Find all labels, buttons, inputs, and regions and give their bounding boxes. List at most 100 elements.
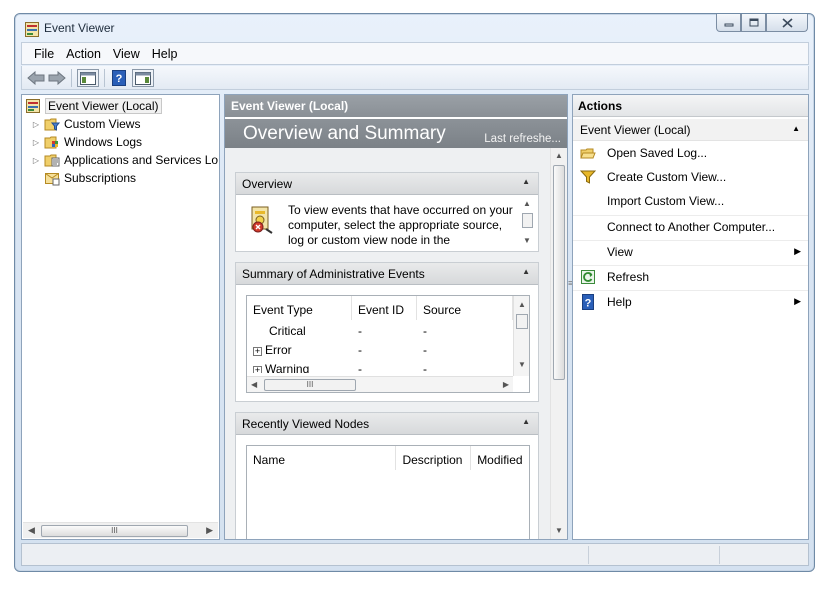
- minimize-button[interactable]: [716, 14, 741, 32]
- content-area: Event Viewer (Local) ▷ Custom Views ▷ Wi…: [21, 94, 809, 540]
- table-row[interactable]: + Warning - -: [247, 360, 513, 373]
- overview-section: Overview ▲ To view events that have occu…: [235, 172, 539, 252]
- collapse-arrow-icon[interactable]: ▲: [522, 417, 530, 426]
- help-icon: ?: [582, 293, 594, 310]
- actions-group-header[interactable]: Event Viewer (Local) ▲: [573, 119, 808, 141]
- tree-item-windows-logs[interactable]: ▷ Windows Logs: [31, 133, 142, 151]
- subscriptions-icon: [45, 173, 60, 186]
- scroll-thumb[interactable]: [516, 314, 528, 329]
- help-toolbar-button[interactable]: ?: [110, 69, 128, 87]
- scroll-left-arrow-icon[interactable]: ◀: [28, 525, 35, 536]
- status-separator: [719, 546, 720, 564]
- help-book-icon: ?: [112, 70, 126, 86]
- window-controls: [716, 14, 808, 33]
- overview-section-header[interactable]: Overview ▲: [236, 173, 538, 195]
- window-title: Event Viewer: [44, 21, 115, 35]
- tree-item-label: Windows Logs: [64, 135, 143, 149]
- event-type-cell: Critical: [269, 324, 306, 338]
- expand-arrow-icon[interactable]: ▷: [31, 120, 41, 129]
- menu-help[interactable]: Help: [146, 47, 184, 61]
- column-header-event-id[interactable]: Event ID: [352, 296, 417, 320]
- action-open-saved-log[interactable]: Open Saved Log...: [573, 142, 808, 164]
- event-type-cell: + Error: [247, 341, 352, 360]
- recent-nodes-section-header[interactable]: Recently Viewed Nodes ▲: [236, 413, 538, 435]
- submenu-arrow-icon: ▶: [794, 246, 801, 256]
- back-arrow-icon: [27, 71, 45, 85]
- recent-nodes-table: Name Description Modified: [246, 445, 530, 539]
- refresh-icon: [581, 269, 595, 284]
- section-title: Summary of Administrative Events: [242, 267, 425, 281]
- scroll-up-arrow-icon[interactable]: ▲: [523, 199, 531, 208]
- tree-root[interactable]: Event Viewer (Local): [25, 97, 162, 115]
- scroll-down-arrow-icon[interactable]: ▼: [518, 360, 526, 369]
- back-button[interactable]: [26, 69, 46, 87]
- tree-item-subscriptions[interactable]: Subscriptions: [44, 169, 136, 187]
- menu-view[interactable]: View: [107, 47, 146, 61]
- summary-horizontal-scrollbar[interactable]: ◀ III ▶: [247, 376, 513, 392]
- column-header-event-type[interactable]: Event Type: [247, 296, 352, 320]
- overview-vertical-scrollbar[interactable]: ▲ ▼: [521, 199, 534, 247]
- title-bar[interactable]: Event Viewer: [15, 14, 814, 41]
- scroll-thumb[interactable]: [553, 165, 565, 380]
- maximize-button[interactable]: [741, 14, 766, 32]
- details-vertical-scrollbar[interactable]: ▲ ▼: [550, 148, 567, 539]
- column-header-modified[interactable]: Modified: [471, 446, 529, 470]
- toolbar: ?: [21, 66, 809, 90]
- scroll-right-arrow-icon[interactable]: ▶: [206, 525, 213, 536]
- scroll-down-arrow-icon[interactable]: ▼: [555, 526, 563, 535]
- expand-plus-icon[interactable]: +: [253, 347, 262, 356]
- last-refreshed-label: Last refreshe...: [484, 133, 561, 145]
- forward-button[interactable]: [47, 69, 67, 87]
- table-row[interactable]: Critical - -: [247, 322, 513, 341]
- action-create-custom-view[interactable]: Create Custom View...: [573, 166, 808, 188]
- event-id-cell: -: [358, 324, 362, 338]
- scroll-down-arrow-icon[interactable]: ▼: [523, 236, 531, 245]
- scroll-thumb[interactable]: III: [41, 525, 188, 537]
- scroll-up-arrow-icon[interactable]: ▲: [518, 300, 526, 309]
- action-import-custom-view[interactable]: Import Custom View...: [573, 190, 808, 212]
- expand-arrow-icon[interactable]: ▷: [31, 156, 41, 165]
- collapse-arrow-icon[interactable]: ▲: [792, 124, 800, 133]
- toolbar-separator: [71, 69, 72, 87]
- tree-item-label: Applications and Services Lo: [64, 153, 219, 167]
- summary-vertical-scrollbar[interactable]: ▲ ▼: [513, 296, 529, 376]
- recent-nodes-header: Name Description Modified: [247, 446, 529, 470]
- maximize-icon: [749, 18, 758, 27]
- tree-horizontal-scrollbar[interactable]: ◀ III ▶: [23, 522, 218, 538]
- expand-plus-icon[interactable]: +: [253, 366, 262, 373]
- scroll-left-arrow-icon[interactable]: ◀: [251, 380, 257, 389]
- close-button[interactable]: [766, 14, 808, 32]
- scroll-thumb[interactable]: [522, 213, 533, 228]
- action-refresh[interactable]: Refresh: [573, 265, 808, 287]
- event-id-cell: -: [358, 362, 362, 373]
- section-title: Overview: [242, 177, 293, 191]
- column-header-description[interactable]: Description: [396, 446, 472, 470]
- menu-bar: File Action View Help: [21, 42, 809, 65]
- scroll-thumb[interactable]: III: [264, 379, 356, 391]
- banner-title: Overview and Summary: [243, 123, 446, 144]
- action-connect-computer[interactable]: Connect to Another Computer...: [573, 215, 808, 237]
- show-hide-action-pane-button[interactable]: [132, 69, 154, 87]
- menu-file[interactable]: File: [28, 47, 60, 61]
- menu-action[interactable]: Action: [60, 47, 107, 61]
- action-label: Refresh: [607, 269, 650, 284]
- scroll-right-arrow-icon[interactable]: ▶: [503, 380, 509, 389]
- overview-banner: Overview and Summary Last refreshe...: [225, 119, 567, 148]
- collapse-arrow-icon[interactable]: ▲: [522, 267, 530, 276]
- show-hide-tree-button[interactable]: [77, 69, 99, 87]
- tree-item-applications-services[interactable]: ▷ Applications and Services Lo: [31, 151, 218, 169]
- action-view[interactable]: View ▶: [573, 240, 808, 262]
- action-help[interactable]: ? Help ▶: [573, 290, 808, 312]
- summary-table-header: Event Type Event ID Source: [247, 296, 529, 320]
- collapse-arrow-icon[interactable]: ▲: [522, 177, 530, 186]
- column-header-source[interactable]: Source: [417, 296, 513, 320]
- column-header-name[interactable]: Name: [247, 446, 397, 470]
- tree-item-custom-views[interactable]: ▷ Custom Views: [31, 115, 141, 133]
- details-pane-header: Event Viewer (Local): [225, 95, 567, 117]
- table-row[interactable]: + Error - -: [247, 341, 513, 360]
- expand-arrow-icon[interactable]: ▷: [31, 138, 41, 147]
- summary-table: Event Type Event ID Source Critical - - …: [246, 295, 530, 393]
- summary-section-header[interactable]: Summary of Administrative Events ▲: [236, 263, 538, 285]
- scroll-up-arrow-icon[interactable]: ▲: [555, 151, 563, 160]
- event-viewer-icon: [26, 99, 40, 113]
